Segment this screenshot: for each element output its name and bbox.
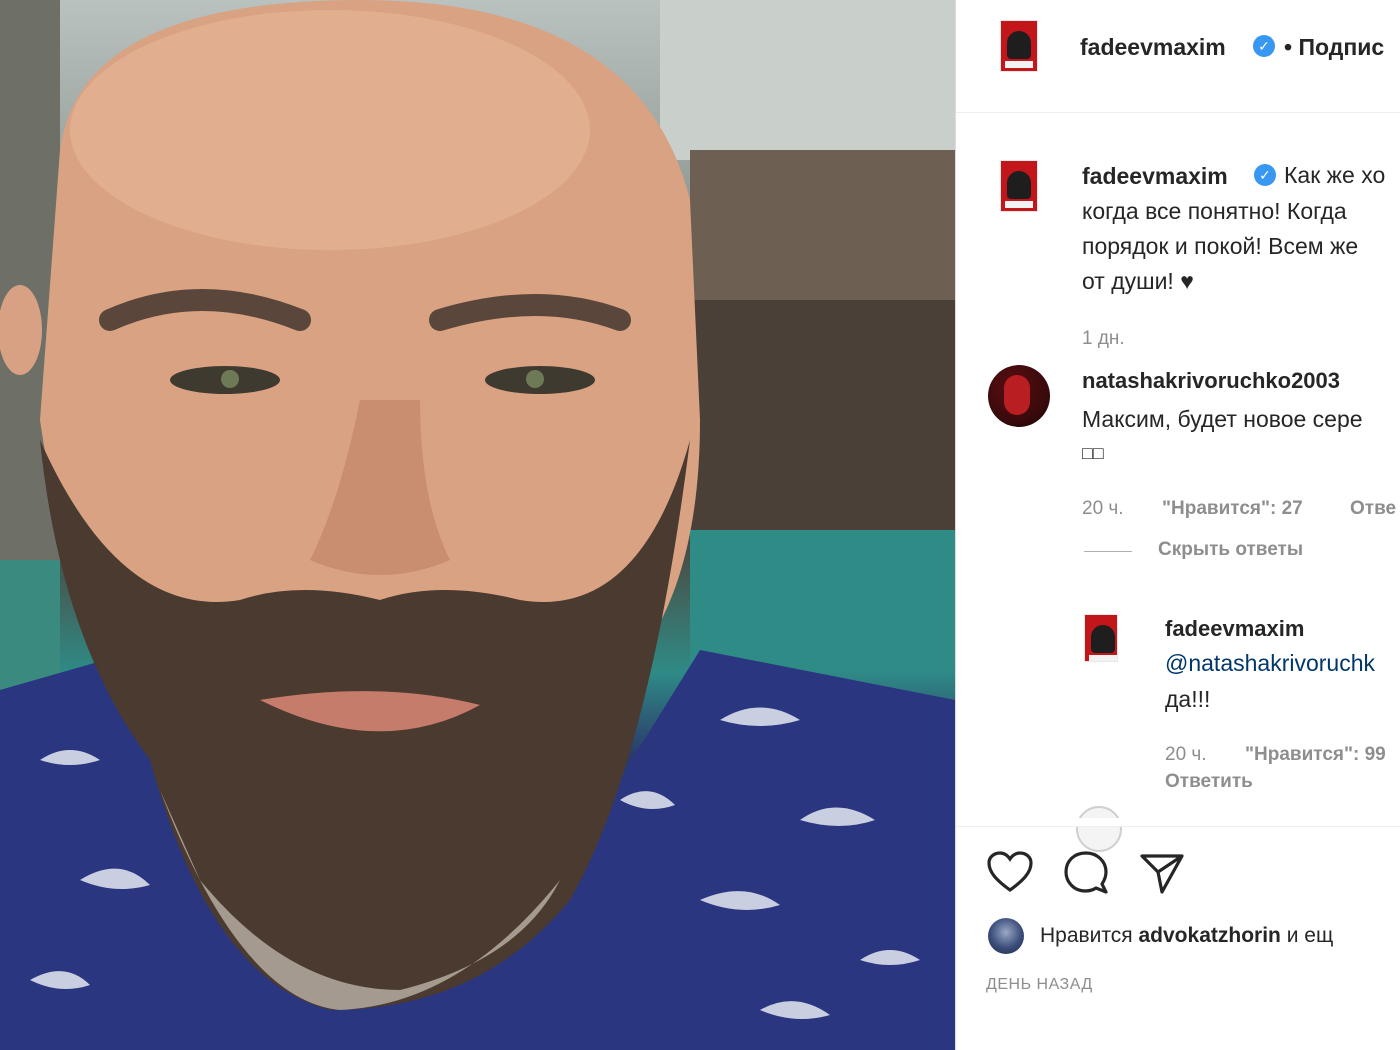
reply-username[interactable]: fadeevmaxim [1165,616,1304,642]
comment-reply-button[interactable]: Отве [1350,498,1396,520]
comment-text-line-1: Максим, будет новое сере [1082,406,1363,432]
post-date: ДЕНЬ НАЗАД [986,976,1093,993]
caption-line-3: порядок и покой! Всем же [1082,233,1359,259]
reply-reply-button[interactable]: Ответить [1165,771,1253,793]
next-comment-avatar[interactable] [1076,806,1122,852]
caption-line-4: от души! ♥ [1082,268,1194,294]
comment-likes[interactable]: "Нравится": 27 [1162,498,1303,520]
reply-likes[interactable]: "Нравится": 99 [1245,744,1386,766]
selfie-illustration [0,0,955,1050]
commenter-avatar[interactable] [988,365,1050,427]
comment-time[interactable]: 20 ч. [1082,498,1124,520]
verified-badge-icon: ✓ [1253,35,1275,57]
comment-text-line-2: □□ [1082,443,1104,463]
author-avatar[interactable] [1000,20,1038,72]
reply-mention[interactable]: @natashakrivoruchk [1165,646,1375,680]
heart-emoji-icon: ♥ [1180,268,1194,294]
comment-username[interactable]: natashakrivoruchko2003 [1082,368,1340,394]
reply-text: да!!! [1165,686,1211,712]
follow-button[interactable]: • Подпис [1284,34,1384,61]
post-photo[interactable] [0,0,955,1050]
post-header: fadeevmaxim ✓ • Подпис [956,0,1400,113]
liker-avatar[interactable] [988,918,1024,954]
replies-dash [1084,551,1132,552]
caption-line-1: Как же хо [1284,162,1386,188]
actions-divider [956,826,1400,827]
caption-username[interactable]: fadeevmaxim [1082,163,1228,190]
reply-time[interactable]: 20 ч. [1165,744,1207,766]
reply-author-avatar[interactable] [1084,614,1118,662]
comment-bubble-icon[interactable] [1062,850,1110,896]
likes-summary[interactable]: Нравится advokatzhorin и ещ [1040,924,1333,948]
caption-author-avatar[interactable] [1000,160,1038,212]
hide-replies-button[interactable]: Скрыть ответы [1158,539,1303,561]
caption-time[interactable]: 1 дн. [1082,328,1125,350]
header-username[interactable]: fadeevmaxim [1080,34,1226,61]
heart-outline-icon[interactable] [986,850,1034,894]
liker-username[interactable]: advokatzhorin [1139,924,1281,947]
paper-plane-icon[interactable] [1138,850,1186,896]
post-side-panel: fadeevmaxim ✓ • Подпис fadeevmaxim ✓ Как… [956,0,1400,1050]
verified-badge-icon: ✓ [1254,164,1276,186]
caption-line-2: когда все понятно! Когда [1082,198,1347,224]
